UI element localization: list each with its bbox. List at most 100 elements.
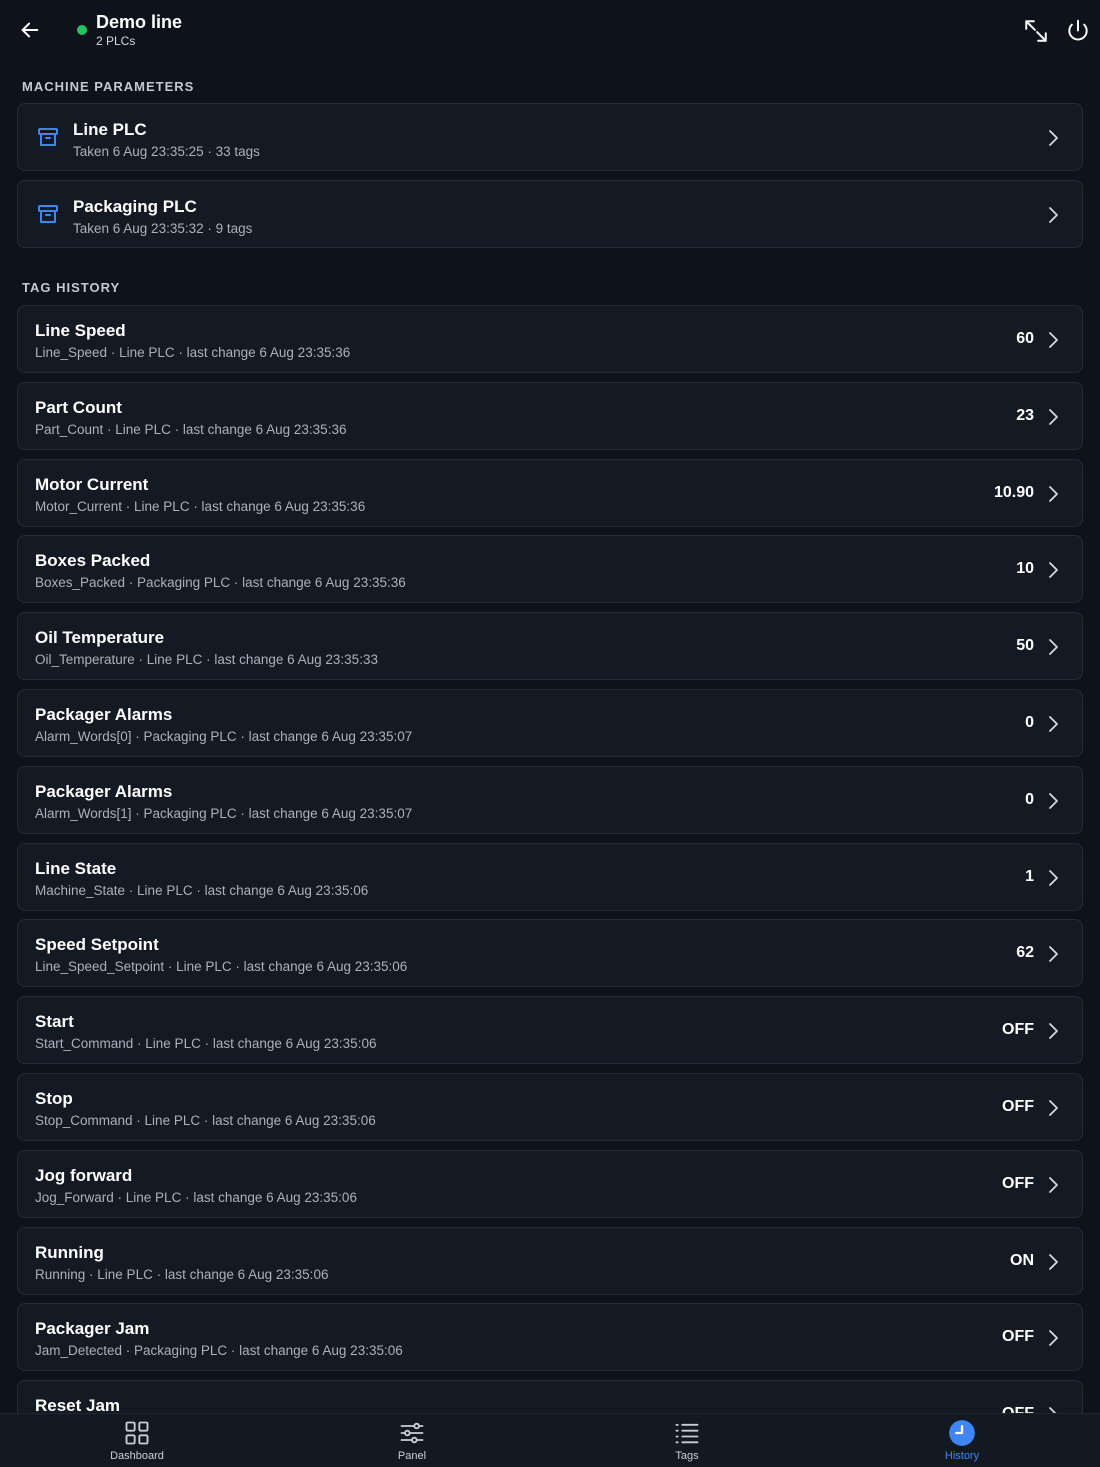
plc-name: Line PLC	[73, 120, 147, 139]
tag-detail: Part_Count · Line PLC · last change 6 Au…	[35, 422, 347, 437]
tag-value: OFF	[1002, 1021, 1034, 1038]
power-icon	[1068, 19, 1088, 41]
tag-detail: Start_Command · Line PLC · last change 6…	[35, 1036, 377, 1051]
power-button[interactable]	[1063, 16, 1093, 46]
sliders-icon	[400, 1422, 424, 1444]
chevron-right-icon	[1049, 1330, 1058, 1346]
chevron-right-icon	[1049, 130, 1058, 146]
collapse-arrows-icon	[1025, 20, 1047, 42]
tag-value: 0	[1025, 714, 1034, 731]
tag-detail: Motor_Current · Line PLC · last change 6…	[35, 499, 366, 514]
tag-row[interactable]: Line State Machine_State · Line PLC · las…	[17, 843, 1083, 911]
tag-name: Line State	[35, 859, 117, 878]
tag-row[interactable]: Stop Stop_Command · Line PLC · last chang…	[17, 1073, 1083, 1141]
tag-detail: Machine_State · Line PLC · last change 6…	[35, 883, 369, 898]
tag-name: Stop	[35, 1089, 73, 1108]
chevron-right-icon	[1049, 1177, 1058, 1193]
tag-row[interactable]: Oil Temperature Oil_Temperature · Line PL…	[17, 612, 1083, 680]
tag-value: 60	[1016, 330, 1034, 347]
tag-row[interactable]: Packager Alarms Alarm_Words[1] · Packagin…	[17, 766, 1083, 834]
nav-history[interactable]: History	[892, 1414, 1032, 1467]
chevron-right-icon	[1049, 486, 1058, 502]
chevron-right-icon	[1049, 716, 1058, 732]
chevron-right-icon	[1049, 639, 1058, 655]
chevron-right-icon	[1049, 1254, 1058, 1270]
nav-label: Panel	[397, 1450, 427, 1462]
tag-name: Packager Alarms	[35, 705, 173, 724]
tag-row[interactable]: Boxes Packed Boxes_Packed · Packaging PLC…	[17, 535, 1083, 603]
arrow-left-icon	[21, 22, 39, 38]
page-title: Demo line	[96, 12, 183, 32]
tag-detail: Alarm_Words[1] · Packaging PLC · last ch…	[35, 806, 413, 821]
tag-row[interactable]: Line Speed Line_Speed · Line PLC · last c…	[17, 305, 1083, 373]
plc-detail: Taken 6 Aug 23:35:25 · 33 tags	[73, 144, 260, 159]
clock-icon	[949, 1420, 975, 1446]
page-subtitle: 2 PLCs	[96, 34, 136, 48]
tag-row[interactable]: Part Count Part_Count · Line PLC · last c…	[17, 382, 1083, 450]
list-icon	[675, 1423, 699, 1444]
tag-row[interactable]: Packager Jam Jam_Detected · Packaging PLC…	[17, 1303, 1083, 1371]
tag-detail: Line_Speed · Line PLC · last change 6 Au…	[35, 345, 351, 360]
collapse-button[interactable]	[1021, 16, 1051, 46]
chevron-right-icon	[1049, 946, 1058, 962]
tag-row[interactable]: Start Start_Command · Line PLC · last cha…	[17, 996, 1083, 1064]
tag-name: Packager Alarms	[35, 782, 173, 801]
tag-name: Part Count	[35, 398, 122, 417]
tag-detail: Jam_Detected · Packaging PLC · last chan…	[35, 1343, 403, 1358]
tag-row[interactable]: Speed Setpoint Line_Speed_Setpoint · Line…	[17, 919, 1083, 987]
section-machine-parameters: MACHINE PARAMETERS	[22, 79, 195, 94]
tag-row[interactable]: Motor Current Motor_Current · Line PLC · …	[17, 459, 1083, 527]
archive-box-icon	[38, 205, 58, 223]
chevron-right-icon	[1049, 870, 1058, 886]
plc-card-packaging[interactable]: Packaging PLC Taken 6 Aug 23:35:32 · 9 t…	[17, 180, 1083, 248]
tag-value: 10	[1016, 560, 1034, 577]
nav-tags[interactable]: Tags	[617, 1414, 757, 1467]
dashboard-grid-icon	[125, 1421, 149, 1445]
tag-name: Line Speed	[35, 321, 126, 340]
tag-detail: Boxes_Packed · Packaging PLC · last chan…	[35, 575, 406, 590]
tag-row[interactable]: Running Running · Line PLC · last change …	[17, 1227, 1083, 1295]
tag-value: 0	[1025, 791, 1034, 808]
tag-value: OFF	[1002, 1098, 1034, 1115]
app-header: Demo line 2 PLCs	[0, 0, 1100, 62]
section-tag-history: TAG HISTORY	[22, 280, 121, 295]
tag-row[interactable]: Jog forward Jog_Forward · Line PLC · last…	[17, 1150, 1083, 1218]
chevron-right-icon	[1049, 1100, 1058, 1116]
tag-detail: Running · Line PLC · last change 6 Aug 2…	[35, 1267, 329, 1282]
tag-detail: Alarm_Words[0] · Packaging PLC · last ch…	[35, 729, 413, 744]
tag-value: 1	[1025, 868, 1034, 885]
tag-name: Packager Jam	[35, 1319, 150, 1338]
nav-label: History	[944, 1450, 980, 1462]
chevron-right-icon	[1049, 1023, 1058, 1039]
tag-value: OFF	[1002, 1328, 1034, 1345]
tag-detail: Jog_Forward · Line PLC · last change 6 A…	[35, 1190, 357, 1205]
tag-row[interactable]: Packager Alarms Alarm_Words[0] · Packagin…	[17, 689, 1083, 757]
header-title-group: Demo line 2 PLCs	[96, 11, 182, 49]
back-button[interactable]	[16, 16, 44, 44]
plc-name: Packaging PLC	[73, 197, 197, 216]
archive-box-icon	[38, 128, 58, 146]
tag-value: ON	[1010, 1252, 1034, 1269]
tag-name: Oil Temperature	[35, 628, 165, 647]
tag-value: 62	[1016, 944, 1034, 961]
tag-name: Start	[35, 1012, 74, 1031]
plc-detail: Taken 6 Aug 23:35:32 · 9 tags	[73, 221, 253, 236]
chevron-right-icon	[1049, 562, 1058, 578]
bottom-navigation: Dashboard Panel Tags History	[0, 1413, 1100, 1467]
plc-card-line[interactable]: Line PLC Taken 6 Aug 23:35:25 · 33 tags	[17, 103, 1083, 171]
chevron-right-icon	[1049, 332, 1058, 348]
chevron-right-icon	[1049, 793, 1058, 809]
tag-detail: Stop_Command · Line PLC · last change 6 …	[35, 1113, 376, 1128]
nav-dashboard[interactable]: Dashboard	[67, 1414, 207, 1467]
chevron-right-icon	[1049, 207, 1058, 223]
tag-name: Speed Setpoint	[35, 935, 159, 954]
tag-name: Boxes Packed	[35, 551, 151, 570]
tag-value: 50	[1016, 637, 1034, 654]
chevron-right-icon	[1049, 409, 1058, 425]
tag-value: OFF	[1002, 1175, 1034, 1192]
status-dot	[77, 25, 87, 35]
tag-value: 23	[1016, 407, 1034, 424]
tag-name: Motor Current	[35, 475, 149, 494]
nav-panel[interactable]: Panel	[342, 1414, 482, 1467]
tag-value: 10.90	[993, 484, 1034, 501]
